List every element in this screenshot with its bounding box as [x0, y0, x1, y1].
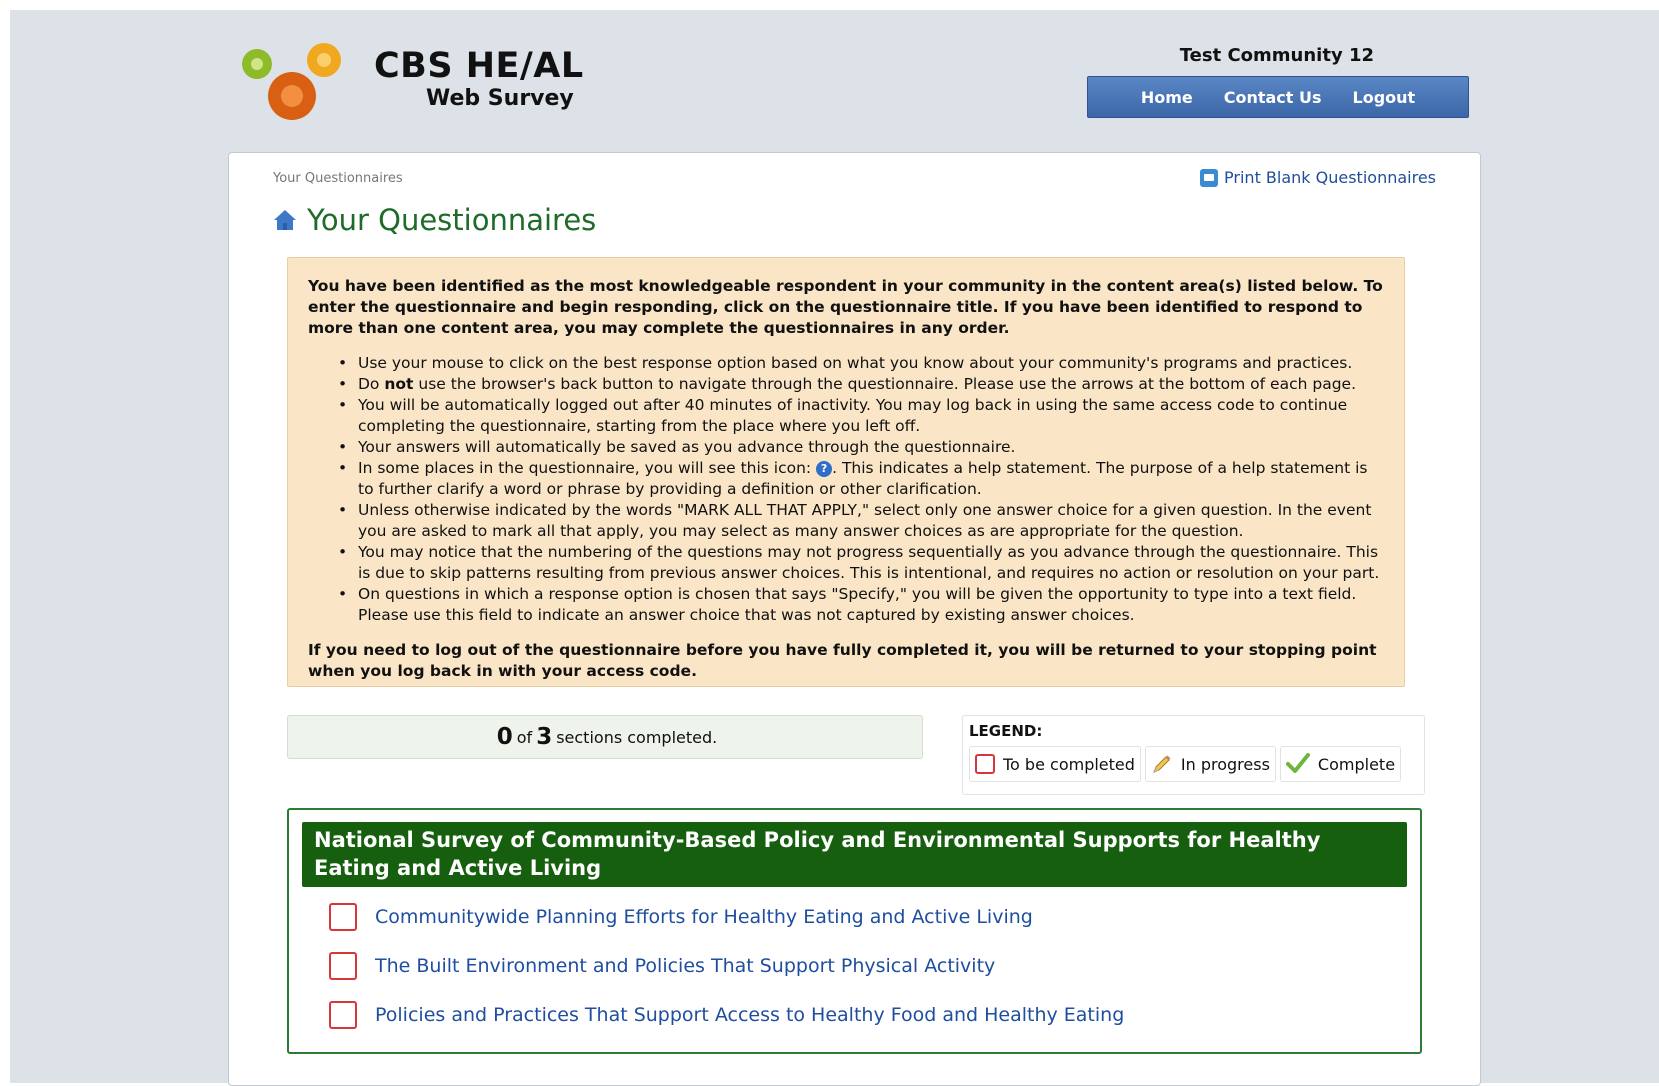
- section-row: The Built Environment and Policies That …: [329, 941, 1420, 990]
- section-link-built-environment[interactable]: The Built Environment and Policies That …: [375, 955, 995, 977]
- home-icon: [274, 210, 296, 230]
- instructions-list: Use your mouse to click on the best resp…: [308, 353, 1384, 626]
- main-card: Your Questionnaires Print Blank Question…: [228, 152, 1481, 1086]
- legend-title: LEGEND:: [969, 722, 1043, 740]
- print-blank-questionnaires-link[interactable]: Print Blank Questionnaires: [1200, 168, 1436, 187]
- logo-subtitle: Web Survey: [426, 86, 574, 111]
- community-name: Test Community 12: [1179, 45, 1374, 66]
- survey-panel: National Survey of Community-Based Polic…: [287, 808, 1422, 1054]
- section-link-healthy-food[interactable]: Policies and Practices That Support Acce…: [375, 1004, 1124, 1026]
- pencil-icon: [1153, 755, 1171, 773]
- legend-in-progress: In progress: [1144, 746, 1276, 782]
- nav-logout-link[interactable]: Logout: [1353, 88, 1416, 107]
- completed-count: 0: [496, 724, 513, 750]
- nav-contact-link[interactable]: Contact Us: [1224, 88, 1322, 107]
- legend: LEGEND: To be completed In progress Comp…: [962, 715, 1425, 795]
- logo-text: CBS HE/AL Web Survey: [374, 46, 584, 112]
- page-title-text: Your Questionnaires: [307, 203, 597, 237]
- total-count: 3: [536, 724, 553, 750]
- legend-complete: Complete: [1279, 746, 1402, 782]
- section-row: Policies and Practices That Support Acce…: [329, 990, 1420, 1039]
- section-link-planning[interactable]: Communitywide Planning Efforts for Healt…: [375, 906, 1033, 928]
- legend-to-be-completed: To be completed: [969, 746, 1141, 782]
- instruction-item: You may notice that the numbering of the…: [338, 542, 1384, 584]
- instruction-item: In some places in the questionnaire, you…: [338, 458, 1384, 500]
- breadcrumb[interactable]: Your Questionnaires: [273, 171, 403, 186]
- instruction-item: Unless otherwise indicated by the words …: [338, 500, 1384, 542]
- instructions-outro: If you need to log out of the questionna…: [308, 641, 1377, 680]
- help-icon: ?: [816, 461, 833, 477]
- checkmark-icon: [1285, 753, 1310, 773]
- page-background: CBS HE/AL Web Survey Test Community 12 H…: [10, 10, 1659, 1086]
- to-be-completed-icon: [329, 1000, 357, 1029]
- instructions-intro: You have been identified as the most kno…: [308, 277, 1383, 337]
- top-nav: Home Contact Us Logout: [1087, 76, 1469, 118]
- empty-checkbox-icon: [975, 754, 995, 774]
- instruction-item: Do not use the browser's back button to …: [338, 374, 1384, 395]
- instruction-item: Your answers will automatically be saved…: [338, 437, 1384, 458]
- printer-icon: [1200, 168, 1219, 187]
- section-row: Communitywide Planning Efforts for Healt…: [329, 892, 1420, 941]
- logo-title: CBS HE/AL: [374, 46, 584, 86]
- instruction-item: Use your mouse to click on the best resp…: [338, 353, 1384, 374]
- print-link-label: Print Blank Questionnaires: [1224, 168, 1436, 187]
- progress-summary: 0 of 3 sections completed.: [287, 715, 923, 759]
- to-be-completed-icon: [329, 902, 357, 931]
- nav-home-link[interactable]: Home: [1141, 88, 1193, 107]
- to-be-completed-icon: [329, 951, 357, 980]
- instruction-item: You will be automatically logged out aft…: [338, 395, 1384, 437]
- page-title: Your Questionnaires: [273, 203, 596, 237]
- survey-title: National Survey of Community-Based Polic…: [302, 822, 1407, 887]
- instruction-item: On questions in which a response option …: [338, 584, 1384, 626]
- instructions-panel: You have been identified as the most kno…: [287, 257, 1405, 687]
